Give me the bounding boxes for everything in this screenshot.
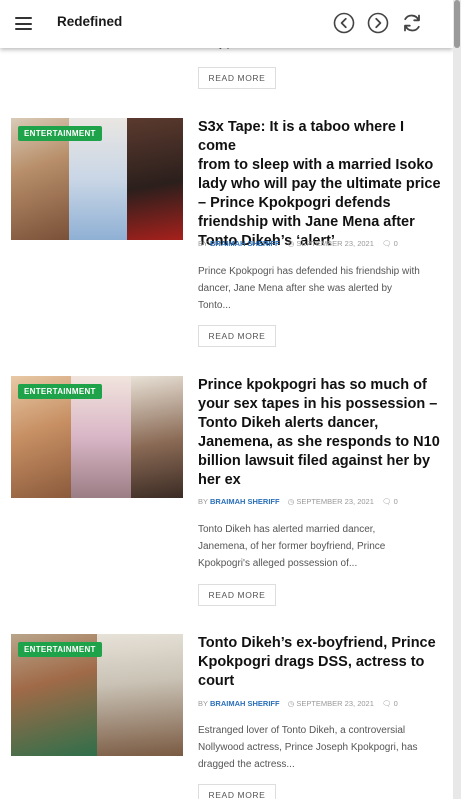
excerpt-line: dancer, Jane Mena after she was alerted … (198, 283, 393, 294)
clock-icon: ◷ (287, 239, 295, 248)
title-line[interactable]: from to sleep with a married Isoko (198, 156, 443, 175)
title-line[interactable]: her ex (198, 471, 443, 490)
category-badge[interactable]: ENTERTAINMENT (18, 126, 102, 141)
article-title[interactable]: Tonto Dikeh’s ex-boyfriend, Prince Kpokp… (198, 634, 443, 691)
comment-icon[interactable]: 🗨 (382, 699, 392, 708)
excerpt-line: Prince Kpokpogri has defended his friend… (198, 266, 420, 277)
title-line[interactable]: Tonto Dikeh’s ex-boyfriend, Prince (198, 634, 443, 653)
by-label: BY (198, 239, 209, 248)
read-more-button[interactable]: READ MORE (198, 584, 276, 606)
comment-count[interactable]: 0 (394, 497, 398, 506)
excerpt-line: Nollywood actress, Prince Joseph Kpokpog… (198, 742, 418, 753)
title-line[interactable]: Kpokpogri drags DSS, actress to (198, 653, 443, 672)
article-title[interactable]: Prince kpokpogri has so much of your sex… (198, 376, 443, 490)
article-meta: BY BRAIMAH SHERIFF ◷ SEPTEMBER 23, 2021 🗨… (198, 699, 398, 708)
title-line[interactable]: billion lawsuit filed against her by (198, 452, 443, 471)
refresh-icon[interactable] (401, 12, 423, 34)
site-brand[interactable]: Redefined (57, 14, 122, 29)
title-line[interactable]: Janemena, as she responds to N10 (198, 433, 443, 452)
post-date: SEPTEMBER 23, 2021 (296, 497, 374, 506)
page-scrollbar[interactable] (453, 0, 461, 799)
comment-count[interactable]: 0 (394, 239, 398, 248)
title-line[interactable]: friendship with Jane Mena after (198, 213, 443, 232)
read-more-button[interactable]: READ MORE (198, 67, 276, 89)
author-link[interactable]: BRAIMAH SHERIFF (210, 699, 280, 708)
title-line[interactable]: court (198, 672, 443, 691)
article-meta: BY BRAIMAH SHERIFF ◷ SEPTEMBER 23, 2021 🗨… (198, 497, 398, 506)
chevron-right-circle-icon[interactable] (367, 12, 389, 34)
chevron-left-circle-icon[interactable] (333, 12, 355, 34)
title-line[interactable]: – Prince Kpokpogri defends (198, 194, 443, 213)
comment-count[interactable]: 0 (394, 699, 398, 708)
comment-icon[interactable]: 🗨 (382, 497, 392, 506)
title-line[interactable]: lady who will pay the ultimate price (198, 175, 443, 194)
clock-icon: ◷ (287, 699, 295, 708)
scrollbar-thumb[interactable] (454, 0, 460, 48)
excerpt-line: Janemena, of her former boyfriend, Princ… (198, 541, 386, 552)
read-more-button[interactable]: READ MORE (198, 325, 276, 347)
article-excerpt: Estranged lover of Tonto Dikeh, a contro… (198, 722, 440, 773)
hamburger-menu-icon[interactable] (15, 17, 32, 30)
title-line[interactable]: Prince kpokpogri has so much of (198, 376, 443, 395)
article-excerpt: Prince Kpokpogri has defended his friend… (198, 263, 440, 314)
title-line[interactable]: Tonto Dikeh alerts dancer, (198, 414, 443, 433)
clock-icon: ◷ (287, 497, 295, 506)
article-meta: BY BRAIMAH SHERIFF ◷ SEPTEMBER 23, 2021 🗨… (198, 239, 398, 248)
article-thumbnail[interactable]: ENTERTAINMENT (11, 376, 183, 498)
read-more-button[interactable]: READ MORE (198, 784, 276, 799)
excerpt-line: dragged the actress... (198, 759, 295, 770)
article-excerpt: Tonto Dikeh has alerted married dancer, … (198, 521, 440, 572)
by-label: BY (198, 497, 209, 506)
article-title[interactable]: S3x Tape: It is a taboo where I come fro… (198, 118, 443, 251)
excerpt-line: Estranged lover of Tonto Dikeh, a contro… (198, 725, 406, 736)
top-navigation-bar: Redefined (0, 0, 453, 48)
title-line[interactable]: your sex tapes in his possession – (198, 395, 443, 414)
article-page: saucy photos of herself ahead of her 28t… (0, 0, 453, 799)
author-link[interactable]: BRAIMAH SHERIFF (210, 497, 280, 506)
category-badge[interactable]: ENTERTAINMENT (18, 384, 102, 399)
category-badge[interactable]: ENTERTAINMENT (18, 642, 102, 657)
post-date: SEPTEMBER 23, 2021 (296, 239, 374, 248)
article-thumbnail[interactable]: ENTERTAINMENT (11, 634, 183, 756)
excerpt-line: Kpokpogri's alleged possession of... (198, 558, 358, 569)
title-line[interactable]: S3x Tape: It is a taboo where I come (198, 118, 443, 156)
post-date: SEPTEMBER 23, 2021 (296, 699, 374, 708)
by-label: BY (198, 699, 209, 708)
comment-icon[interactable]: 🗨 (382, 239, 392, 248)
author-link[interactable]: BRAIMAH SHERIFF (210, 239, 280, 248)
excerpt-line: Tonto Dikeh has alerted married dancer, (198, 524, 376, 535)
article-thumbnail[interactable]: ENTERTAINMENT (11, 118, 183, 240)
excerpt-line: Tonto... (198, 300, 231, 311)
